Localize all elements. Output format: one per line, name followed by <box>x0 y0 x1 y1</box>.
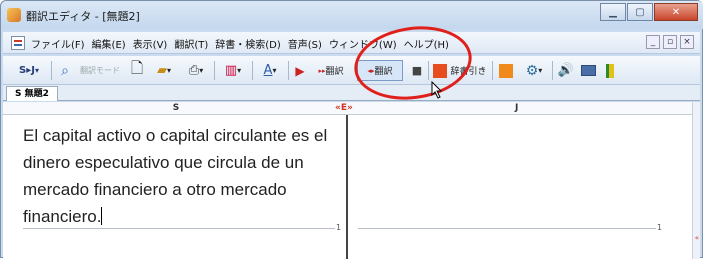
toolbar-separator <box>214 61 215 80</box>
bookmark-button[interactable] <box>600 60 620 81</box>
chevron-down-icon: ▾ <box>272 66 277 75</box>
menu-file[interactable]: ファイル(F) <box>31 36 85 51</box>
chevron-down-icon: ▾ <box>34 66 39 75</box>
close-button[interactable]: ✕ <box>654 3 698 21</box>
menu-dictionary[interactable]: 辞書・検索(D) <box>215 36 281 51</box>
toolbar-separator <box>552 61 553 80</box>
minimize-button[interactable]: ▁ <box>600 3 626 21</box>
search-mode-label: 翻訳モード <box>80 66 120 75</box>
mdi-controls: _ ▫ × <box>646 35 694 49</box>
layout-button[interactable]: ▥ ▾ <box>217 60 249 81</box>
toolbar: S▸J ▾ ⌕ 翻訳モード 🗋 ▰ ▾ ⎙ ▾ ▥ ▾ A ▾ ▶ ▸▸ 翻訳 ◂▸ 翻訳 ■… <box>3 56 700 85</box>
chevron-down-icon: ▾ <box>237 66 242 75</box>
translate-button[interactable]: ▸▸ 翻訳 <box>309 60 353 81</box>
mdi-minimize-button[interactable]: _ <box>646 35 660 49</box>
window-title: 翻訳エディタ - [無題2] <box>26 10 140 23</box>
menu-bar: ファイル(F) 編集(E) 表示(V) 翻訳(T) 辞書・検索(D) 音声(S)… <box>3 32 700 54</box>
columns-icon: ▥ <box>224 63 238 78</box>
chevron-down-icon: ▾ <box>199 66 204 75</box>
pane-marker: «E» <box>335 103 353 113</box>
mouse-pointer-icon <box>431 81 443 99</box>
mdi-restore-button[interactable]: ▫ <box>663 35 677 49</box>
font-button[interactable]: A ▾ <box>255 60 285 81</box>
toolbar-separator <box>51 61 52 80</box>
title-bar[interactable]: 翻訳エディタ - [無題2] ▁ ▢ ✕ <box>1 1 703 29</box>
sentence-separator-line <box>358 228 656 229</box>
close-icon: ✕ <box>671 6 681 18</box>
open-button[interactable]: ▰ ▾ <box>149 60 179 81</box>
editor-area: S «E» J El capital activo o capital circ… <box>3 102 700 259</box>
gear-icon: ⚙ <box>525 62 539 79</box>
document-tab[interactable]: S 無題2 <box>6 86 58 101</box>
source-column-header: S <box>3 102 349 115</box>
minimize-icon: ▁ <box>609 6 617 18</box>
search-icon: ⌕ <box>61 62 69 79</box>
chevron-down-icon: ▾ <box>538 66 543 75</box>
target-header-label: J <box>515 103 519 113</box>
settings-button[interactable]: ⚙ ▾ <box>519 60 549 81</box>
folder-icon: ▰ <box>156 63 167 78</box>
text-caret <box>101 207 103 225</box>
window-controls: ▁ ▢ ✕ <box>600 3 698 21</box>
source-header-label: S <box>172 103 180 113</box>
gutter-marker: « <box>694 234 699 242</box>
chevron-down-icon: ▾ <box>166 66 171 75</box>
bookmark-icon <box>606 63 614 78</box>
right-gutter[interactable]: « <box>692 102 700 259</box>
translate-icon: ▸▸ <box>318 66 326 75</box>
keyboard-icon <box>580 65 596 76</box>
language-selector[interactable]: S▸J ▾ <box>9 60 49 81</box>
document-icon[interactable] <box>11 36 25 50</box>
menu-translate[interactable]: 翻訳(T) <box>174 36 208 51</box>
application-window: 翻訳エディタ - [無題2] ▁ ▢ ✕ ファイル(F) 編集(E) 表示(V)… <box>0 0 703 259</box>
app-icon <box>7 8 21 22</box>
language-selector-label: S▸J <box>19 65 35 76</box>
toolbar-separator <box>492 61 493 80</box>
menu-view[interactable]: 表示(V) <box>133 36 168 51</box>
user-dictionary-icon <box>499 63 513 78</box>
print-button[interactable]: ⎙ ▾ <box>181 60 211 81</box>
printer-icon: ⎙ <box>188 63 200 78</box>
mdi-close-button[interactable]: × <box>680 35 694 49</box>
font-icon: A <box>263 63 273 78</box>
target-line-number: 1 <box>657 223 663 232</box>
document-tab-bar: S 無題2 <box>3 85 700 101</box>
toolbar-separator <box>252 61 253 80</box>
source-text: El capital activo o capital circulante e… <box>23 126 328 226</box>
speaker-icon: 🔊 <box>557 63 575 78</box>
menu-edit[interactable]: 編集(E) <box>92 36 126 51</box>
maximize-button[interactable]: ▢ <box>627 3 653 21</box>
keyboard-button[interactable] <box>578 60 598 81</box>
menu-speech[interactable]: 音声(S) <box>288 36 322 51</box>
play-icon: ▶ <box>295 63 305 78</box>
new-document-button[interactable]: 🗋 <box>127 59 147 81</box>
search-button[interactable]: ⌕ <box>55 60 75 81</box>
user-dictionary-button[interactable] <box>496 60 516 81</box>
sentence-separator-line <box>23 228 335 229</box>
source-line-number: 1 <box>336 223 342 232</box>
toolbar-separator <box>288 61 289 80</box>
target-column-header: «E» J <box>335 102 692 115</box>
speech-button[interactable]: 🔊 <box>556 60 576 81</box>
source-text-area[interactable]: El capital activo o capital circulante e… <box>23 122 353 230</box>
maximize-icon: ▢ <box>635 6 645 18</box>
translate-button-label: 翻訳 <box>325 67 344 77</box>
new-document-icon: 🗋 <box>130 59 144 77</box>
translate-all-button[interactable]: ▶ <box>291 60 309 81</box>
